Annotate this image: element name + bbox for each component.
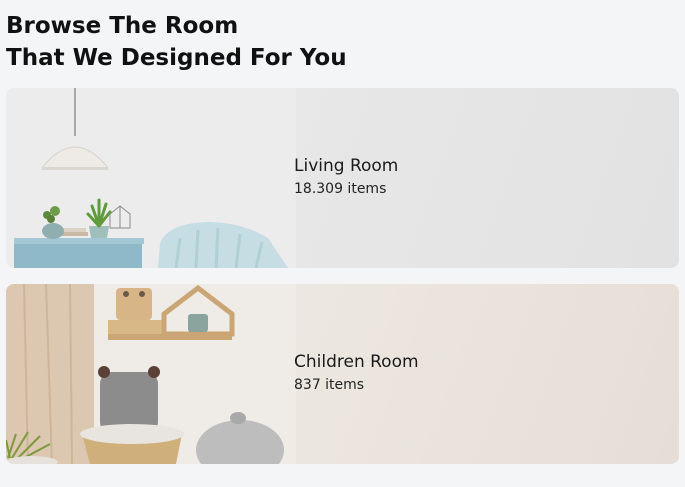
heading-line-1: Browse The Room [6,13,239,39]
room-browser: Browse The Room That We Designed For You [0,0,685,487]
room-item-count: 18.309 items [294,181,387,197]
heading-line-2: That We Designed For You [6,45,347,71]
section-heading: Browse The Room That We Designed For You [6,10,347,74]
room-title: Living Room [294,156,399,176]
living-room-image [6,88,296,268]
room-item-count: 837 items [294,377,365,393]
room-card-text: Children Room 837 items [294,350,419,394]
room-card-living-room[interactable]: Living Room 18.309 items [6,88,679,268]
room-title: Children Room [294,352,419,372]
room-card-text: Living Room 18.309 items [294,154,398,198]
children-room-image [6,284,296,464]
room-card-children-room[interactable]: Children Room 837 items [6,284,679,464]
